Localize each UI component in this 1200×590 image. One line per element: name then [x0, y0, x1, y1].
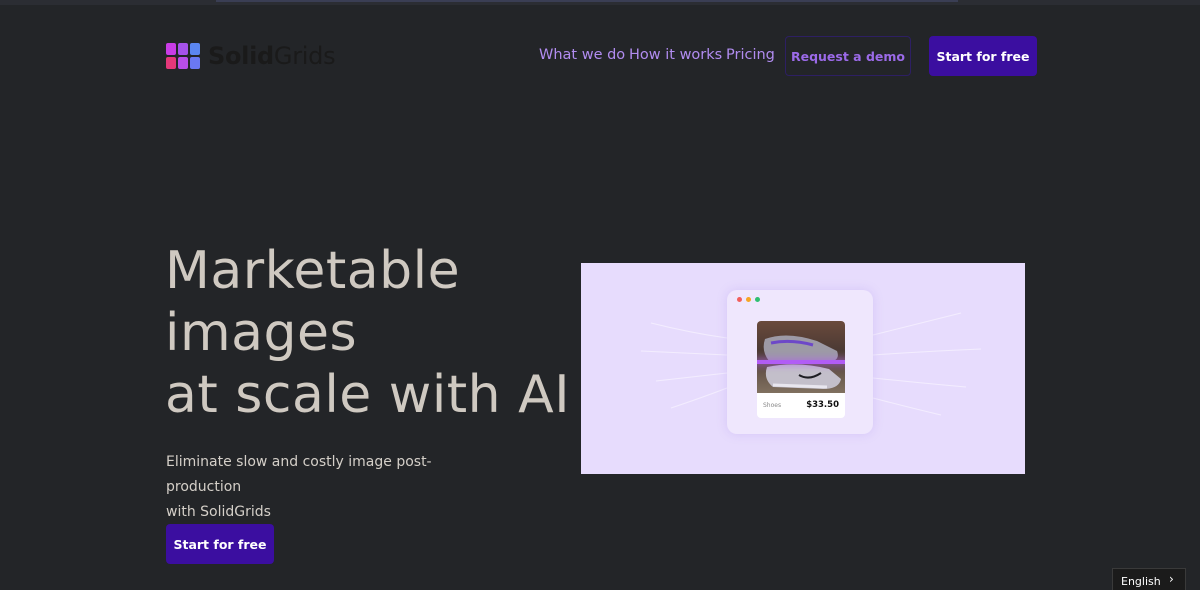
brand-name-bold: Solid [208, 42, 274, 70]
nav-pricing[interactable]: Pricing [726, 47, 775, 63]
logo-tile [178, 43, 188, 55]
shoe-image [757, 321, 845, 393]
scan-line [757, 360, 845, 364]
request-demo-button[interactable]: Request a demo [785, 36, 911, 76]
product-price: $33.50 [806, 400, 839, 410]
language-label: English [1121, 574, 1161, 588]
hero-title: Marketable images at scale with AI [165, 240, 570, 426]
top-strip-bar [216, 0, 958, 2]
window-dots [737, 297, 760, 302]
hero-subtitle: Eliminate slow and costly image post-pro… [166, 450, 486, 525]
hero-start-free-button[interactable]: Start for free [166, 524, 274, 564]
logo-tile [190, 43, 200, 55]
hero-subtitle-line: with SolidGrids [166, 504, 271, 520]
hero-title-line: at scale with AI [165, 365, 571, 425]
language-selector[interactable]: English › [1112, 568, 1186, 590]
brand-logo[interactable]: SolidGrids [166, 42, 336, 70]
product-label: Shoes [763, 402, 782, 409]
brand-name: SolidGrids [208, 42, 336, 70]
product-card: Shoes $33.50 [757, 321, 845, 418]
product-window-card: Shoes $33.50 [727, 290, 873, 434]
logo-tile [178, 57, 188, 69]
window-dot-yellow [746, 297, 751, 302]
nav-what-we-do[interactable]: What we do [539, 47, 625, 63]
hero-subtitle-line: Eliminate slow and costly image post-pro… [166, 454, 432, 495]
brand-name-light: Grids [273, 42, 336, 70]
nav-start-free-button[interactable]: Start for free [929, 36, 1037, 76]
logo-tile [166, 57, 176, 69]
hero-title-line: images [165, 303, 358, 363]
sneaker-icon [763, 335, 841, 389]
hero-title-line: Marketable [165, 241, 461, 301]
browser-top-strip [0, 0, 1200, 5]
nav-how-it-works[interactable]: How it works [629, 47, 722, 63]
logo-tile [190, 57, 200, 69]
chevron-right-icon: › [1169, 572, 1174, 586]
logo-tile [166, 43, 176, 55]
hero-illustration: Shoes $33.50 [581, 263, 1025, 474]
logo-grid-icon [166, 43, 200, 69]
window-dot-green [755, 297, 760, 302]
window-dot-red [737, 297, 742, 302]
